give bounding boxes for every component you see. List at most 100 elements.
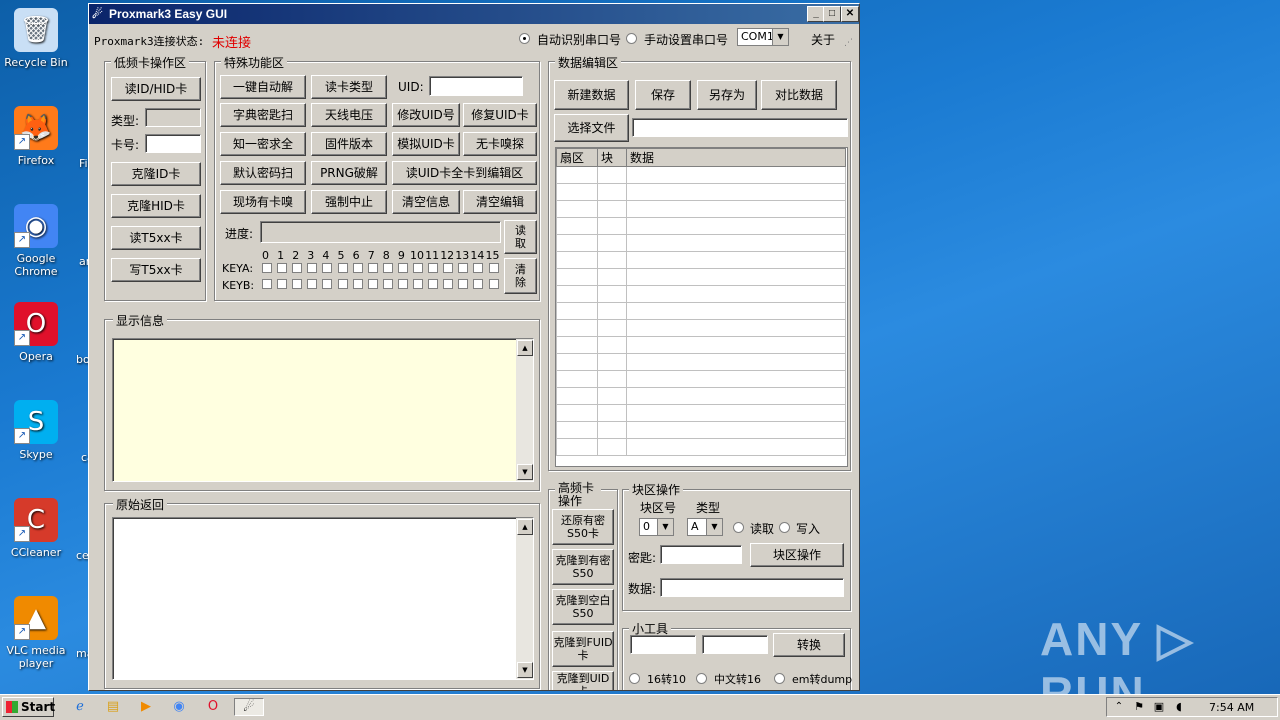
read-keys-button[interactable]: 读取 xyxy=(504,220,537,254)
keya-checkbox[interactable] xyxy=(428,263,439,273)
close-button[interactable]: ✕ xyxy=(841,6,859,22)
block-data-field[interactable] xyxy=(660,578,844,597)
tool-input-field[interactable] xyxy=(630,635,696,654)
compare-data-button[interactable]: 对比数据 xyxy=(761,80,837,110)
table-row[interactable] xyxy=(556,234,846,252)
table-row[interactable] xyxy=(556,404,846,422)
table-cell[interactable] xyxy=(597,336,627,354)
table-cell[interactable] xyxy=(556,285,598,303)
live-sniff-button[interactable]: 现场有卡嗅 xyxy=(220,190,306,214)
table-cell[interactable] xyxy=(626,268,846,286)
keya-checkbox[interactable] xyxy=(473,263,484,273)
table-row[interactable] xyxy=(556,353,846,371)
scroll-up-icon[interactable]: ▲ xyxy=(517,519,533,535)
table-cell[interactable] xyxy=(556,268,598,286)
table-cell[interactable] xyxy=(626,217,846,235)
keyb-checkbox[interactable] xyxy=(473,279,484,289)
chrome-icon[interactable]: ◉ xyxy=(169,698,189,716)
table-cell[interactable] xyxy=(626,166,846,184)
table-row[interactable] xyxy=(556,387,846,405)
clone-fuid-button[interactable]: 克隆到FUID卡 xyxy=(552,631,614,667)
table-cell[interactable] xyxy=(626,370,846,388)
clone-hid-button[interactable]: 克隆HID卡 xyxy=(111,194,201,218)
desktop-icon-google-chrome[interactable]: ◉ ↗ Google Chrome xyxy=(0,204,72,278)
clear-edit-button[interactable]: 清空编辑 xyxy=(463,190,537,214)
table-row[interactable] xyxy=(556,370,846,388)
table-cell[interactable] xyxy=(556,404,598,422)
keya-checkbox[interactable] xyxy=(322,263,333,273)
tool-output-field[interactable] xyxy=(702,635,768,654)
keyb-checkbox[interactable] xyxy=(337,279,348,289)
cn-to-hex-radio[interactable] xyxy=(696,673,707,684)
table-row[interactable] xyxy=(556,336,846,354)
raw-scrollbar[interactable]: ▲ ▼ xyxy=(516,518,533,679)
col-block[interactable]: 块 xyxy=(597,148,627,167)
file-path-field[interactable] xyxy=(632,118,848,137)
tray-expand-icon[interactable]: ⌃ xyxy=(1109,698,1129,716)
known-key-button[interactable]: 知一密求全 xyxy=(220,132,306,156)
table-cell[interactable] xyxy=(556,319,598,337)
keyb-checkbox[interactable] xyxy=(262,279,272,289)
table-cell[interactable] xyxy=(597,387,627,405)
media-player-icon[interactable]: ▶ xyxy=(136,698,156,716)
keya-checkbox[interactable] xyxy=(397,263,408,273)
about-link[interactable]: 关于 xyxy=(811,31,835,48)
table-cell[interactable] xyxy=(597,251,627,269)
firmware-version-button[interactable]: 固件版本 xyxy=(311,132,387,156)
table-cell[interactable] xyxy=(597,438,627,456)
display-textarea[interactable]: ▲ ▼ xyxy=(112,338,534,482)
default-key-scan-button[interactable]: 默认密码扫 xyxy=(220,161,306,185)
table-cell[interactable] xyxy=(556,438,598,456)
read-t5xx-button[interactable]: 读T5xx卡 xyxy=(111,226,201,250)
clone-id-button[interactable]: 克隆ID卡 xyxy=(111,162,201,186)
start-button[interactable]: Start xyxy=(2,697,55,717)
col-sector[interactable]: 扇区 xyxy=(556,148,598,167)
no-card-sniff-button[interactable]: 无卡嗅探 xyxy=(463,132,537,156)
block-no-select[interactable]: 0 ▼ xyxy=(639,518,674,536)
manual-port-radio[interactable] xyxy=(626,33,637,44)
emulate-uid-button[interactable]: 模拟UID卡 xyxy=(392,132,460,156)
table-row[interactable] xyxy=(556,200,846,218)
keya-checkbox[interactable] xyxy=(277,263,288,273)
table-cell[interactable] xyxy=(626,302,846,320)
table-row[interactable] xyxy=(556,319,846,337)
write-t5xx-button[interactable]: 写T5xx卡 xyxy=(111,258,201,282)
keya-checkbox[interactable] xyxy=(307,263,318,273)
desktop-icon-recycle-bin[interactable]: 🗑 Recycle Bin xyxy=(0,8,72,69)
desktop-icon-ccleaner[interactable]: C ↗ CCleaner xyxy=(0,498,72,559)
hex-to-dec-radio[interactable] xyxy=(629,673,640,684)
table-cell[interactable] xyxy=(556,234,598,252)
choose-file-button[interactable]: 选择文件 xyxy=(554,114,629,142)
table-cell[interactable] xyxy=(556,336,598,354)
data-grid[interactable]: 扇区 块 数据 xyxy=(555,147,848,467)
keya-checkbox[interactable] xyxy=(367,263,378,273)
table-cell[interactable] xyxy=(597,285,627,303)
block-operation-button[interactable]: 块区操作 xyxy=(750,543,844,567)
keya-checkbox[interactable] xyxy=(458,263,469,273)
repair-uid-button[interactable]: 修复UID卡 xyxy=(463,103,537,127)
uid-field[interactable] xyxy=(429,76,523,96)
table-cell[interactable] xyxy=(626,387,846,405)
table-row[interactable] xyxy=(556,421,846,439)
table-cell[interactable] xyxy=(597,234,627,252)
resize-grip-icon[interactable]: ⋰ xyxy=(844,38,853,48)
table-row[interactable] xyxy=(556,285,846,303)
table-cell[interactable] xyxy=(597,353,627,371)
col-data[interactable]: 数据 xyxy=(626,148,846,167)
block-read-radio[interactable] xyxy=(733,522,744,533)
keyb-checkbox[interactable] xyxy=(443,279,454,289)
table-cell[interactable] xyxy=(626,438,846,456)
network-icon[interactable]: ▣ xyxy=(1149,698,1169,716)
keyb-checkbox[interactable] xyxy=(413,279,423,289)
keyb-checkbox[interactable] xyxy=(397,279,408,289)
keyb-checkbox[interactable] xyxy=(322,279,333,289)
convert-button[interactable]: 转换 xyxy=(773,633,845,657)
keyb-checkbox[interactable] xyxy=(277,279,288,289)
restore-s50-button[interactable]: 还原有密S50卡 xyxy=(552,509,614,545)
new-data-button[interactable]: 新建数据 xyxy=(554,80,629,110)
clock[interactable]: 7:54 AM xyxy=(1209,701,1254,714)
keyb-checkbox[interactable] xyxy=(428,279,439,289)
display-scrollbar[interactable]: ▲ ▼ xyxy=(516,339,533,481)
keya-checkbox[interactable] xyxy=(262,263,272,273)
table-cell[interactable] xyxy=(626,404,846,422)
